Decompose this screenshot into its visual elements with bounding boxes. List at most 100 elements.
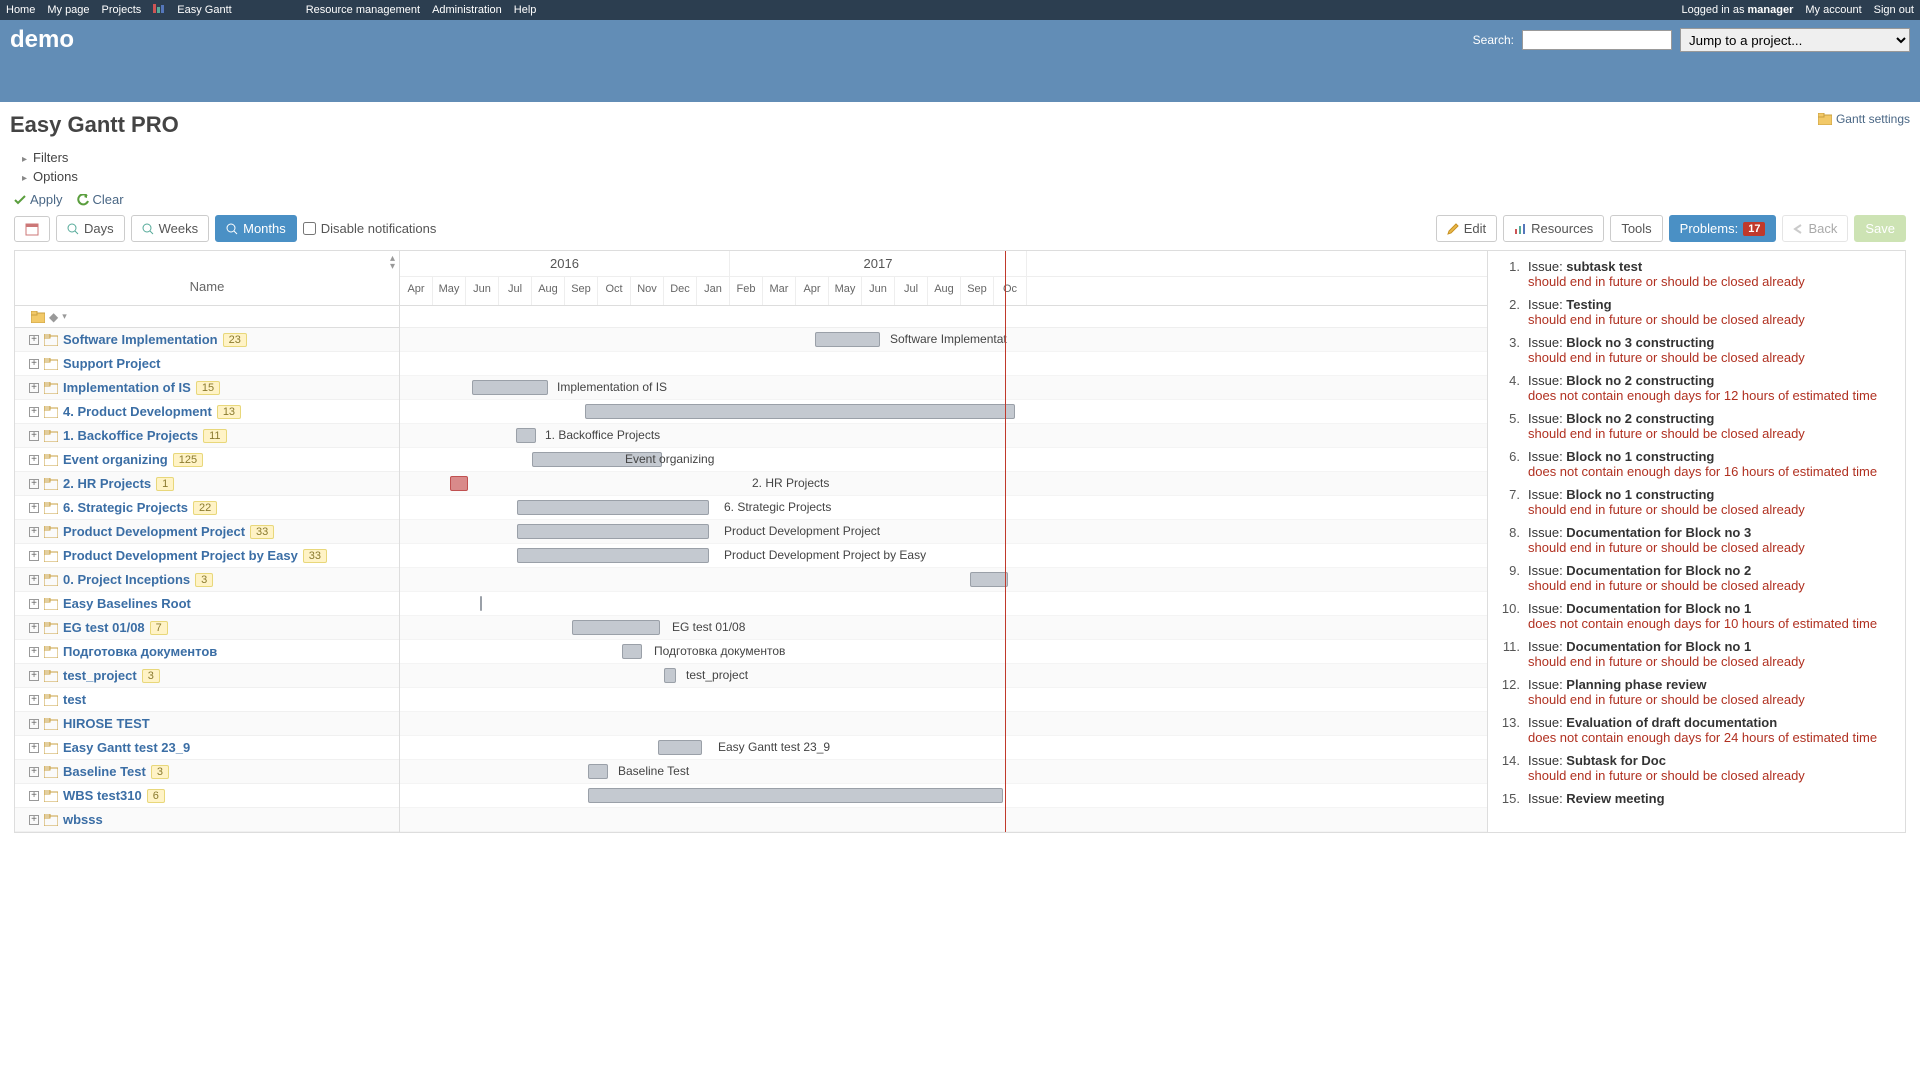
expand-icon[interactable]: + xyxy=(29,743,39,753)
expand-icon[interactable]: + xyxy=(29,695,39,705)
expand-icon[interactable]: + xyxy=(29,671,39,681)
expand-icon[interactable]: + xyxy=(29,767,39,777)
project-name[interactable]: EG test 01/08 xyxy=(63,620,145,635)
problem-title[interactable]: Issue: Evaluation of draft documentation xyxy=(1528,715,1895,730)
calendar-button[interactable] xyxy=(14,216,50,242)
project-jump-select[interactable]: Jump to a project... xyxy=(1680,28,1910,52)
disable-notifications-input[interactable] xyxy=(303,222,316,235)
expand-icon[interactable]: + xyxy=(29,719,39,729)
expand-icon[interactable]: + xyxy=(29,599,39,609)
project-name[interactable]: Baseline Test xyxy=(63,764,146,779)
tools-button[interactable]: Tools xyxy=(1610,215,1662,242)
expand-icon[interactable]: + xyxy=(29,431,39,441)
nav-easy-gantt[interactable]: Easy Gantt xyxy=(177,4,231,16)
filters-toggle[interactable]: Filters xyxy=(22,150,1910,165)
problem-title[interactable]: Issue: Review meeting xyxy=(1528,791,1895,806)
gantt-bar[interactable] xyxy=(572,620,660,635)
project-name[interactable]: 2. HR Projects xyxy=(63,476,151,491)
problem-title[interactable]: Issue: Documentation for Block no 2 xyxy=(1528,563,1895,578)
gantt-bar[interactable] xyxy=(472,380,548,395)
expand-icon[interactable]: + xyxy=(29,479,39,489)
weeks-button[interactable]: Weeks xyxy=(131,215,210,242)
expand-icon[interactable]: + xyxy=(29,335,39,345)
scroll-control[interactable]: ▴▾ xyxy=(390,255,395,271)
problem-title[interactable]: Issue: Block no 2 constructing xyxy=(1528,411,1895,426)
gantt-bar[interactable] xyxy=(658,740,702,755)
expand-icon[interactable]: + xyxy=(29,791,39,801)
disable-notifications-checkbox[interactable]: Disable notifications xyxy=(303,221,437,236)
problems-button[interactable]: Problems: 17 xyxy=(1669,215,1777,242)
gantt-settings-link[interactable]: Gantt settings xyxy=(1818,112,1910,126)
days-button[interactable]: Days xyxy=(56,215,125,242)
back-button[interactable]: Back xyxy=(1782,215,1848,242)
apply-button[interactable]: Apply xyxy=(14,192,63,207)
edit-button[interactable]: Edit xyxy=(1436,215,1497,242)
problem-title[interactable]: Issue: Documentation for Block no 1 xyxy=(1528,601,1895,616)
project-name[interactable]: Подготовка документов xyxy=(63,644,217,659)
expand-icon[interactable]: + xyxy=(29,623,39,633)
problem-title[interactable]: Issue: Planning phase review xyxy=(1528,677,1895,692)
expand-icon[interactable]: + xyxy=(29,527,39,537)
problem-title[interactable]: Issue: subtask test xyxy=(1528,259,1895,274)
folder-open-icon[interactable] xyxy=(31,311,45,323)
options-toggle[interactable]: Options xyxy=(22,169,1910,184)
project-name[interactable]: test_project xyxy=(63,668,137,683)
problem-title[interactable]: Issue: Subtask for Doc xyxy=(1528,753,1895,768)
project-name[interactable]: wbsss xyxy=(63,812,103,827)
project-name[interactable]: Product Development Project xyxy=(63,524,245,539)
problem-title[interactable]: Issue: Testing xyxy=(1528,297,1895,312)
resources-button[interactable]: Resources xyxy=(1503,215,1604,242)
project-name[interactable]: 4. Product Development xyxy=(63,404,212,419)
nav-projects[interactable]: Projects xyxy=(102,4,142,16)
expand-icon[interactable]: + xyxy=(29,383,39,393)
expand-icon[interactable]: + xyxy=(29,647,39,657)
chevron-down-icon[interactable]: ▾ xyxy=(62,311,67,322)
sign-out-link[interactable]: Sign out xyxy=(1874,4,1914,16)
expand-icon[interactable]: + xyxy=(29,455,39,465)
gantt-bar[interactable] xyxy=(517,500,709,515)
problem-title[interactable]: Issue: Block no 2 constructing xyxy=(1528,373,1895,388)
gantt-bar[interactable] xyxy=(664,668,676,683)
months-button[interactable]: Months xyxy=(215,215,297,242)
gantt-bar[interactable] xyxy=(970,572,1008,587)
gantt-bar[interactable] xyxy=(622,644,642,659)
expand-icon[interactable]: + xyxy=(29,407,39,417)
project-name[interactable]: Easy Baselines Root xyxy=(63,596,191,611)
project-name[interactable]: Support Project xyxy=(63,356,161,371)
project-name[interactable]: test xyxy=(63,692,86,707)
clear-button[interactable]: Clear xyxy=(77,192,124,207)
gantt-bar[interactable] xyxy=(588,764,608,779)
nav-administration[interactable]: Administration xyxy=(432,4,502,16)
search-input[interactable] xyxy=(1522,30,1672,50)
expand-icon[interactable]: + xyxy=(29,551,39,561)
project-name[interactable]: Implementation of IS xyxy=(63,380,191,395)
save-button[interactable]: Save xyxy=(1854,215,1906,242)
nav-my-page[interactable]: My page xyxy=(47,4,89,16)
expand-icon[interactable]: + xyxy=(29,503,39,513)
problem-title[interactable]: Issue: Block no 1 constructing xyxy=(1528,487,1895,502)
project-name[interactable]: Easy Gantt test 23_9 xyxy=(63,740,190,755)
expand-icon[interactable]: + xyxy=(29,815,39,825)
problem-title[interactable]: Issue: Documentation for Block no 1 xyxy=(1528,639,1895,654)
project-name[interactable]: 1. Backoffice Projects xyxy=(63,428,198,443)
project-name[interactable]: WBS test310 xyxy=(63,788,142,803)
project-name[interactable]: Software Implementation xyxy=(63,332,218,347)
gantt-bar[interactable] xyxy=(517,548,709,563)
gantt-bar[interactable] xyxy=(450,476,468,491)
expand-icon[interactable]: + xyxy=(29,575,39,585)
problem-title[interactable]: Issue: Documentation for Block no 3 xyxy=(1528,525,1895,540)
gantt-bar[interactable] xyxy=(517,524,709,539)
project-name[interactable]: Product Development Project by Easy xyxy=(63,548,298,563)
problem-title[interactable]: Issue: Block no 3 constructing xyxy=(1528,335,1895,350)
gantt-bar[interactable] xyxy=(588,788,1003,803)
project-name[interactable]: 6. Strategic Projects xyxy=(63,500,188,515)
gantt-bar[interactable] xyxy=(516,428,536,443)
nav-resource-management[interactable]: Resource management xyxy=(306,4,420,16)
expand-icon[interactable]: + xyxy=(29,359,39,369)
gantt-bar[interactable] xyxy=(815,332,880,347)
problem-title[interactable]: Issue: Block no 1 constructing xyxy=(1528,449,1895,464)
project-name[interactable]: 0. Project Inceptions xyxy=(63,572,190,587)
nav-home[interactable]: Home xyxy=(6,4,35,16)
gantt-bar[interactable] xyxy=(480,596,482,611)
project-name[interactable]: HIROSE TEST xyxy=(63,716,150,731)
